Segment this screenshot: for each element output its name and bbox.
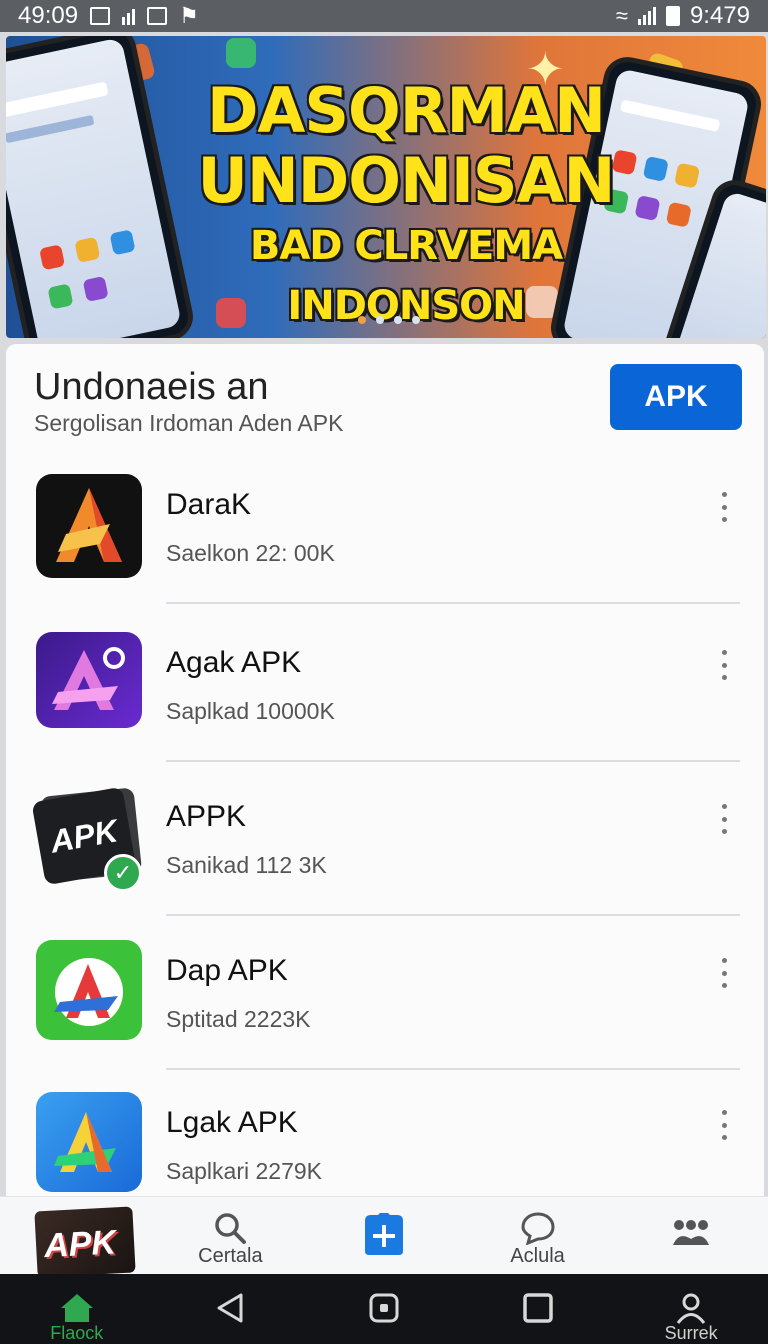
list-item[interactable]: Dap APK Sptitad 2223K [6, 940, 764, 1094]
promo-banner[interactable]: ✦ DASQRMAN UNDONISAN BAD CLRVEMA INDONSO… [6, 36, 766, 338]
nav-label: Flaock [50, 1323, 104, 1343]
list-item[interactable]: APK ✓ APPK Sanikad 112 3K [6, 786, 764, 940]
tab-chat[interactable]: Aclula [461, 1197, 615, 1274]
floating-app-icon [226, 38, 256, 68]
notification-icon [147, 7, 168, 25]
gallery-icon [90, 7, 111, 25]
app-meta: Saelkon 22: 00K [166, 540, 335, 566]
list-item[interactable]: DaraK Saelkon 22: 00K [6, 474, 764, 628]
apk-tile-icon: APK [34, 1206, 136, 1278]
app-meta: Sanikad 112 3K [166, 852, 327, 878]
more-options-icon[interactable] [714, 1110, 734, 1140]
tab-add[interactable] [307, 1197, 461, 1274]
carousel-dot[interactable] [358, 316, 366, 324]
banner-line-1: DASQRMAN [206, 74, 606, 147]
app-meta: Saplkari 2279K [166, 1158, 322, 1184]
system-nav-bar: Flaock Surrek [0, 1274, 768, 1344]
carousel-dots[interactable] [358, 316, 420, 324]
green-a-icon [36, 940, 142, 1040]
back-icon [215, 1292, 245, 1329]
nav-profile[interactable]: Surrek [614, 1274, 768, 1344]
add-icon [361, 1209, 407, 1263]
nav-home[interactable]: Flaock [0, 1274, 154, 1344]
more-options-icon[interactable] [714, 958, 734, 988]
wifi-icon: ≈ [615, 3, 628, 28]
page-title: Undonaeis an [34, 366, 269, 408]
nav-recents[interactable] [461, 1274, 615, 1344]
home-circle-icon [368, 1292, 400, 1329]
banner-line-2: UNDONISAN [197, 144, 616, 217]
tab-apk[interactable]: APK [0, 1197, 154, 1278]
app-name: APPK [166, 800, 247, 833]
recents-icon [522, 1292, 554, 1329]
people-icon [671, 1219, 711, 1255]
banner-headline: DASQRMAN UNDONISAN BAD CLRVEMA INDONSON [156, 76, 656, 336]
app-name: Lgak APK [166, 1106, 298, 1139]
divider [166, 760, 740, 762]
nav-back[interactable] [154, 1274, 308, 1344]
apk-button[interactable]: APK [610, 364, 742, 430]
cell-signal-icon [637, 7, 656, 25]
nav-label: Surrek [664, 1323, 718, 1343]
verified-check-icon: ✓ [104, 854, 142, 892]
blue-a-icon [36, 1092, 142, 1192]
app-name: DaraK [166, 488, 252, 521]
app-list-card: Undonaeis an Sergolisan Irdoman Aden APK… [6, 344, 764, 1204]
app-name: Agak APK [166, 646, 302, 679]
battery-icon [665, 6, 680, 26]
divider [166, 914, 740, 916]
more-options-icon[interactable] [714, 492, 734, 522]
more-options-icon[interactable] [714, 804, 734, 834]
nav-home-circle[interactable] [307, 1274, 461, 1344]
bottom-tab-bar: APK Certala Aclula [0, 1196, 768, 1278]
carousel-dot[interactable] [394, 316, 402, 324]
dark-a-icon [36, 474, 142, 578]
tab-people[interactable] [614, 1197, 768, 1274]
more-options-icon[interactable] [714, 650, 734, 680]
status-bar: 49:09 ⚑ ≈ 9:479 [0, 0, 768, 32]
phone-screen: 49:09 ⚑ ≈ 9:479 ✦ DASQRMAN UNDONISAN BAD… [0, 0, 768, 1344]
app-icon: ⚑ [179, 3, 199, 28]
purple-a-icon [36, 632, 142, 728]
search-icon [213, 1211, 247, 1251]
apk-card-icon: APK ✓ [31, 786, 143, 892]
divider [166, 602, 740, 604]
app-name: Dap APK [166, 954, 288, 987]
chat-icon [520, 1211, 556, 1251]
status-clock: 9:479 [689, 2, 750, 29]
carousel-dot[interactable] [376, 316, 384, 324]
page-subtitle: Sergolisan Irdoman Aden APK [34, 410, 344, 436]
tab-search[interactable]: Certala [154, 1197, 308, 1274]
divider [166, 1068, 740, 1070]
app-meta: Sptitad 2223K [166, 1006, 311, 1032]
app-meta: Saplkad 10000K [166, 698, 335, 724]
list-item[interactable]: Agak APK Saplkad 10000K [6, 632, 764, 786]
signal-icon [122, 7, 136, 25]
carousel-dot[interactable] [412, 316, 420, 324]
status-time: 49:09 [18, 2, 79, 29]
